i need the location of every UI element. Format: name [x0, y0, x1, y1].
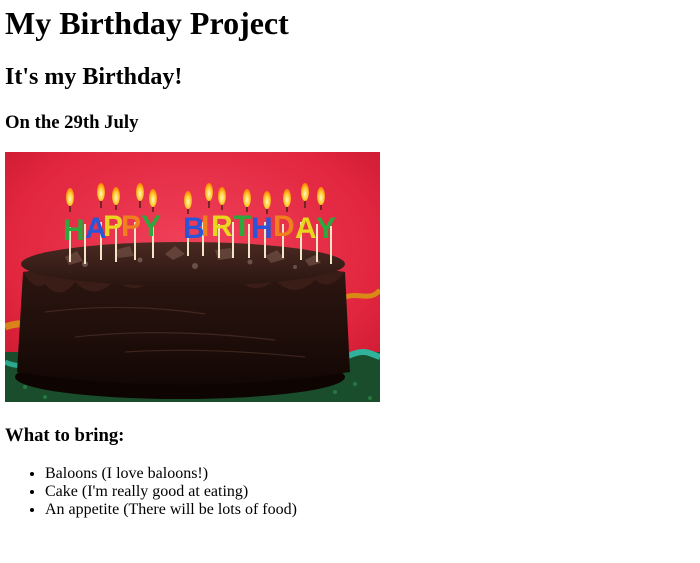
page-subtitle: It's my Birthday! [5, 64, 183, 90]
birthday-cake-image: H A P P Y B I R T H D A Y [5, 152, 380, 402]
svg-text:P: P [103, 210, 123, 243]
date-line: On the 29th July [5, 112, 139, 133]
svg-text:Y: Y [316, 212, 336, 245]
svg-text:D: D [273, 210, 295, 243]
svg-text:H: H [251, 212, 273, 245]
bring-heading: What to bring: [5, 425, 125, 446]
page: My Birthday Project It's my Birthday! On… [0, 0, 700, 563]
happy-birthday-candle-letters: H A P P Y B I R T H D A Y [63, 210, 336, 247]
list-item: An appetite (There will be lots of food) [45, 501, 297, 519]
list-item: Baloons (I love baloons!) [45, 465, 297, 483]
svg-text:T: T [233, 210, 251, 243]
svg-text:I: I [201, 210, 209, 243]
page-title: My Birthday Project [5, 5, 289, 41]
svg-text:H: H [63, 214, 85, 247]
svg-text:P: P [121, 210, 141, 243]
birthday-cake-photo: H A P P Y B I R T H D A Y [5, 152, 380, 402]
svg-text:Y: Y [141, 210, 161, 243]
svg-text:A: A [295, 212, 317, 245]
svg-text:R: R [211, 210, 233, 243]
bring-list: Baloons (I love baloons!) Cake (I'm real… [5, 465, 297, 519]
list-item: Cake (I'm really good at eating) [45, 483, 297, 501]
